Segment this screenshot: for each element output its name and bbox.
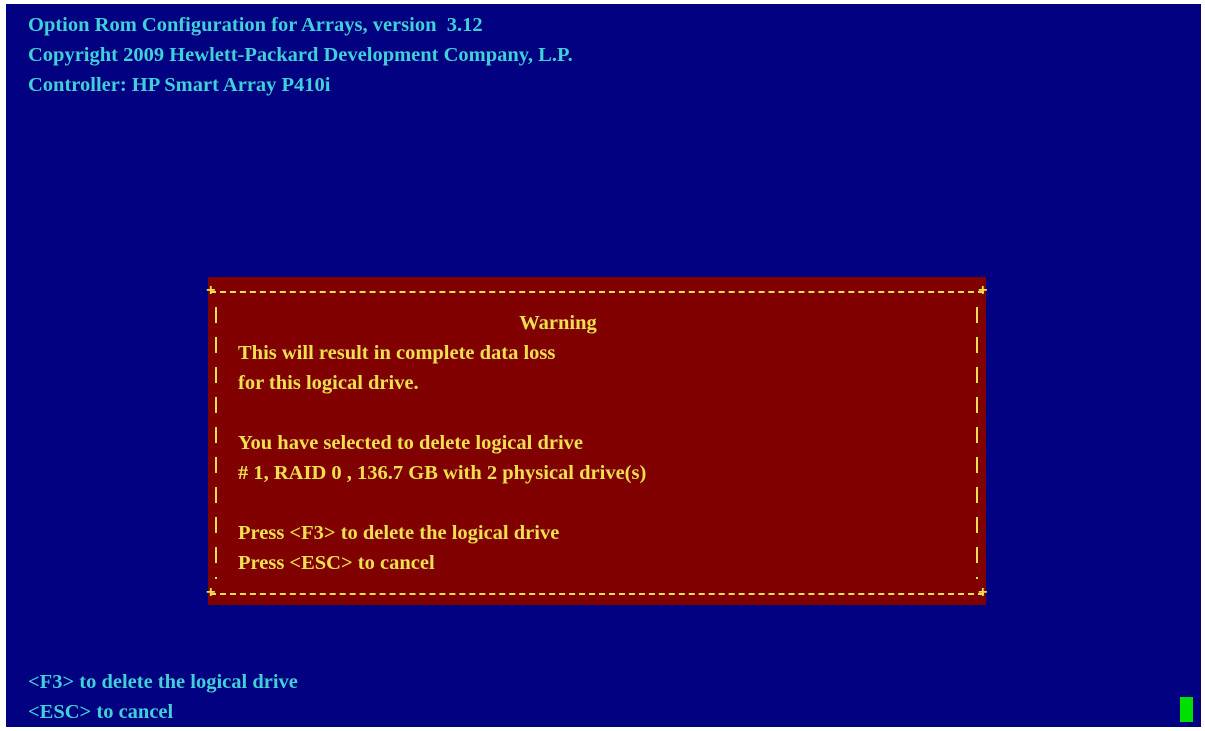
logical-drive-details: # 1, RAID 0 , 136.7 GB with 2 physical d… — [238, 462, 647, 484]
selection-line-1: You have selected to delete logical driv… — [238, 432, 584, 454]
dialog-corner-bottom-left: + — [206, 584, 216, 602]
dialog-left-border — [215, 307, 217, 579]
data-loss-warning-line-2: for this logical drive. — [238, 372, 419, 394]
confirm-delete-instruction[interactable]: Press <F3> to delete the logical drive — [238, 518, 559, 548]
f3-delete-hint[interactable]: <F3> to delete the logical drive — [28, 667, 298, 697]
dialog-corner-bottom-right: + — [978, 584, 988, 602]
cancel-instruction[interactable]: Press <ESC> to cancel — [238, 548, 435, 578]
bios-screen: Option Rom Configuration for Arrays, ver… — [6, 4, 1201, 727]
utility-title: Option Rom Configuration for Arrays, ver… — [28, 14, 483, 36]
dialog-corner-top-right: + — [978, 282, 988, 300]
dialog-right-border — [976, 307, 978, 579]
dialog-bottom-border — [210, 593, 984, 605]
dialog-title: Warning — [519, 312, 597, 334]
controller-line: Controller: HP Smart Array P410i — [28, 74, 331, 96]
warning-dialog: + + + + Warning This will result in comp… — [206, 277, 988, 605]
esc-cancel-hint[interactable]: <ESC> to cancel — [28, 697, 173, 727]
dialog-top-border — [210, 291, 984, 303]
copyright-line: Copyright 2009 Hewlett-Packard Developme… — [28, 44, 573, 66]
text-cursor — [1180, 697, 1193, 722]
data-loss-warning-line-1: This will result in complete data loss — [238, 342, 556, 364]
dialog-corner-top-left: + — [206, 282, 216, 300]
